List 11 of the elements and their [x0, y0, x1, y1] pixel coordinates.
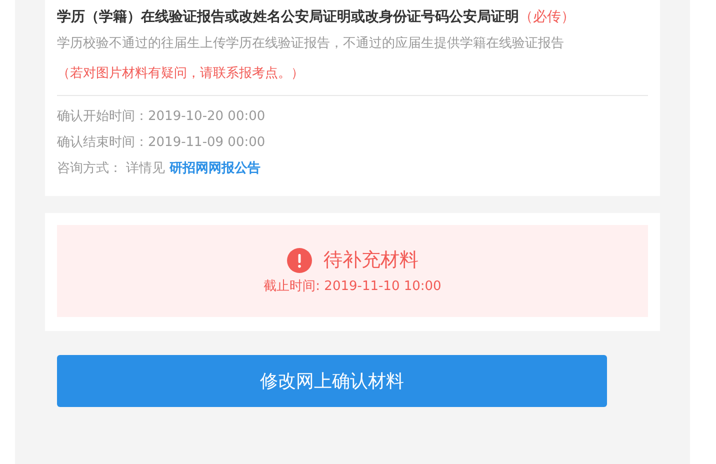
info-line: 确认结束时间：2019-11-09 00:00 [57, 134, 266, 152]
notice-text: （若对图片材料有疑问，请联系报考点。） [57, 65, 305, 83]
info-line: 确认开始时间：2019-10-20 00:00 [57, 108, 266, 126]
edit-materials-button[interactable]: 修改网上确认材料 [57, 355, 607, 407]
deadline-text: 截止时间: 2019-11-10 10:00 [264, 278, 442, 295]
material-title: 学历（学籍）在线验证报告或改姓名公安局证明或改身份证号码公安局证明（必传） [57, 8, 576, 27]
warning-icon [286, 248, 312, 272]
announcement-link[interactable]: 研招网网报公告 [169, 161, 260, 176]
status-text: 待补充材料 [324, 248, 418, 273]
material-description: 学历校验不通过的往届生上传学历在线验证报告，不通过的应届生提供学籍在线验证报告 [57, 35, 565, 53]
contact-line: 咨询方式： 详情见 研招网网报公告 [57, 160, 262, 178]
